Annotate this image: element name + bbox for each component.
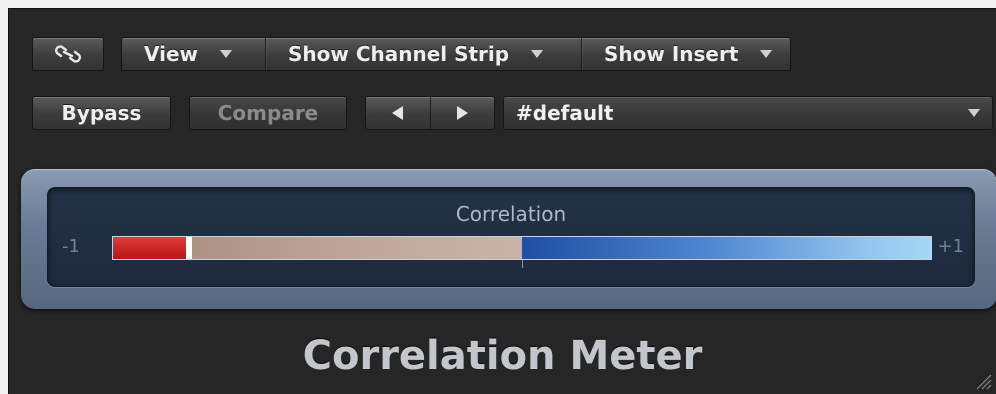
view-menu-label: View — [144, 42, 199, 66]
chevron-down-icon — [968, 109, 980, 117]
view-menu[interactable]: View — [122, 38, 266, 70]
resize-grip-icon[interactable] — [974, 372, 992, 390]
view-menu-bar: View Show Channel Strip Show Insert — [121, 37, 791, 71]
center-tick — [522, 260, 523, 268]
preset-dropdown[interactable]: #default — [503, 96, 993, 130]
scale-min-label: -1 — [62, 236, 80, 257]
show-insert-label: Show Insert — [604, 42, 739, 66]
previous-preset-button[interactable] — [366, 97, 431, 129]
chevron-down-icon — [220, 50, 233, 58]
show-insert-menu[interactable]: Show Insert — [582, 38, 790, 70]
link-button[interactable] — [32, 37, 104, 71]
preset-value: #default — [516, 101, 614, 125]
correlation-bar — [112, 236, 932, 260]
chevron-down-icon — [760, 50, 773, 58]
plugin-window: View Show Channel Strip Show Insert Bypa… — [8, 8, 996, 394]
correlation-level-fill — [113, 237, 187, 259]
chevron-down-icon — [531, 50, 544, 58]
plugin-name: Correlation Meter — [302, 333, 703, 379]
positive-range — [522, 237, 931, 259]
preset-nav — [365, 96, 495, 130]
link-icon — [53, 44, 83, 64]
correlation-display: Correlation -1 +1 — [47, 187, 975, 287]
next-preset-button[interactable] — [431, 97, 495, 129]
triangle-right-icon — [456, 106, 468, 120]
correlation-title: Correlation — [455, 202, 567, 226]
correlation-marker — [186, 237, 193, 259]
bypass-button[interactable]: Bypass — [32, 96, 171, 130]
triangle-left-icon — [392, 106, 404, 120]
show-channel-strip-label: Show Channel Strip — [288, 42, 510, 66]
scale-max-label: +1 — [937, 236, 964, 257]
meter-panel: Correlation -1 +1 — [21, 169, 996, 309]
show-channel-strip-menu[interactable]: Show Channel Strip — [266, 38, 582, 70]
compare-button[interactable]: Compare — [189, 96, 347, 130]
